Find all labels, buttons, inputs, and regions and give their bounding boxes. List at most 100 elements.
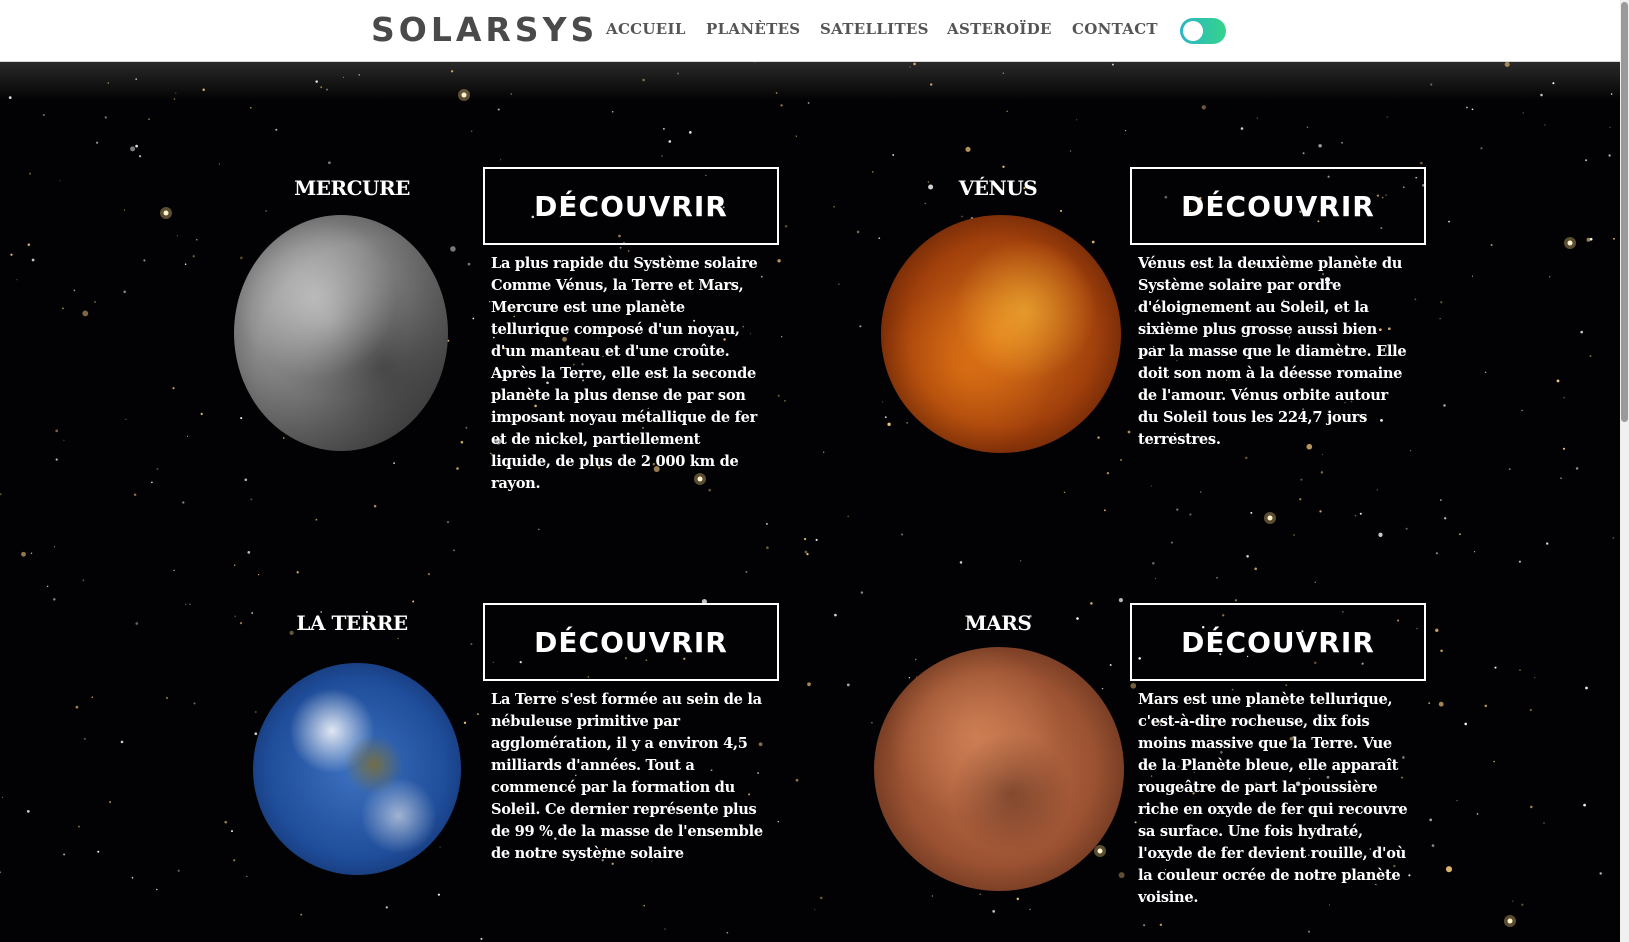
star: [1302, 152, 1305, 155]
star: [184, 603, 187, 605]
scrollbar-thumb[interactable]: [1621, 2, 1628, 422]
star: [909, 66, 911, 68]
star: [427, 572, 431, 576]
star: [1306, 126, 1309, 129]
star: [892, 154, 895, 156]
star: [807, 102, 810, 104]
star: [1134, 821, 1137, 824]
star: [611, 110, 614, 113]
star: [82, 310, 89, 317]
star: [1438, 701, 1444, 707]
nav-asteroide[interactable]: ASTEROÏDE: [947, 20, 1052, 38]
star: [55, 429, 59, 433]
star: [1414, 298, 1417, 301]
star: [240, 417, 243, 420]
star: [1609, 126, 1611, 129]
star: [834, 613, 837, 617]
star: [668, 140, 672, 143]
star: [439, 846, 441, 848]
star: [1201, 105, 1206, 110]
star: [175, 92, 177, 94]
site-logo[interactable]: SOLARSYS: [371, 10, 598, 49]
star: [155, 888, 158, 891]
star: [1152, 562, 1155, 565]
star: [62, 307, 64, 310]
star: [251, 612, 254, 614]
star: [467, 262, 471, 266]
star: [1512, 900, 1514, 902]
star: [460, 440, 464, 444]
star: [765, 522, 768, 525]
star: [186, 435, 189, 437]
star: [1320, 471, 1324, 474]
nav-accueil[interactable]: ACCUEIL: [606, 20, 686, 38]
star: [471, 130, 473, 132]
star: [1534, 676, 1536, 679]
star: [908, 677, 911, 679]
star: [1480, 147, 1483, 150]
planet-title: MARS: [964, 611, 1032, 635]
discover-button[interactable]: DÉCOUVRIR: [483, 603, 779, 681]
nav-planetes[interactable]: PLANÈTES: [706, 20, 800, 38]
star: [847, 515, 849, 517]
mars-image: [874, 647, 1124, 891]
star: [133, 493, 137, 497]
star: [250, 498, 253, 501]
star: [1556, 379, 1560, 383]
page-scrollbar[interactable]: [1620, 0, 1629, 942]
star: [138, 155, 142, 158]
theme-toggle[interactable]: [1180, 18, 1226, 44]
star: [446, 520, 450, 524]
star: [1020, 560, 1022, 562]
star: [247, 551, 251, 554]
discover-button[interactable]: DÉCOUVRIR: [483, 167, 779, 245]
star: [2, 796, 4, 798]
star: [0, 871, 1, 873]
star: [1405, 527, 1408, 530]
star: [54, 546, 56, 548]
nav-contact[interactable]: CONTACT: [1072, 20, 1158, 38]
star: [184, 263, 187, 265]
star: [781, 336, 783, 338]
top-navbar: SOLARSYS ACCUEIL PLANÈTES SATELLITES AST…: [0, 0, 1620, 62]
star: [393, 462, 395, 464]
star: [643, 905, 645, 907]
star: [224, 820, 227, 824]
star: [1293, 534, 1295, 536]
star: [497, 108, 500, 111]
star: [642, 78, 645, 82]
star: [1484, 371, 1487, 373]
planet-title: VÉNUS: [958, 176, 1038, 200]
star: [664, 928, 666, 930]
star: [373, 504, 377, 508]
star: [1319, 510, 1322, 513]
discover-button[interactable]: DÉCOUVRIR: [1130, 167, 1426, 245]
star: [120, 740, 124, 744]
star: [856, 230, 860, 234]
star: [1599, 872, 1602, 875]
star: [1059, 209, 1063, 212]
star: [1440, 499, 1442, 501]
discover-button[interactable]: DÉCOUVRIR: [1130, 603, 1426, 681]
star: [97, 850, 100, 853]
star: [979, 893, 981, 895]
star: [0, 492, 2, 496]
star: [465, 426, 468, 429]
star: [906, 422, 908, 424]
star: [10, 253, 13, 256]
star: [125, 418, 127, 420]
star: [1254, 567, 1257, 571]
star: [1109, 664, 1112, 666]
star: [1610, 93, 1613, 95]
star: [123, 209, 126, 211]
star: [172, 387, 175, 390]
star: [163, 210, 169, 216]
star: [1456, 799, 1458, 802]
nav-satellites[interactable]: SATELLITES: [820, 20, 929, 38]
star: [1435, 628, 1439, 632]
star: [1585, 686, 1588, 690]
star: [1159, 923, 1163, 927]
star: [1562, 447, 1566, 450]
star: [21, 551, 26, 557]
star: [1091, 240, 1095, 244]
